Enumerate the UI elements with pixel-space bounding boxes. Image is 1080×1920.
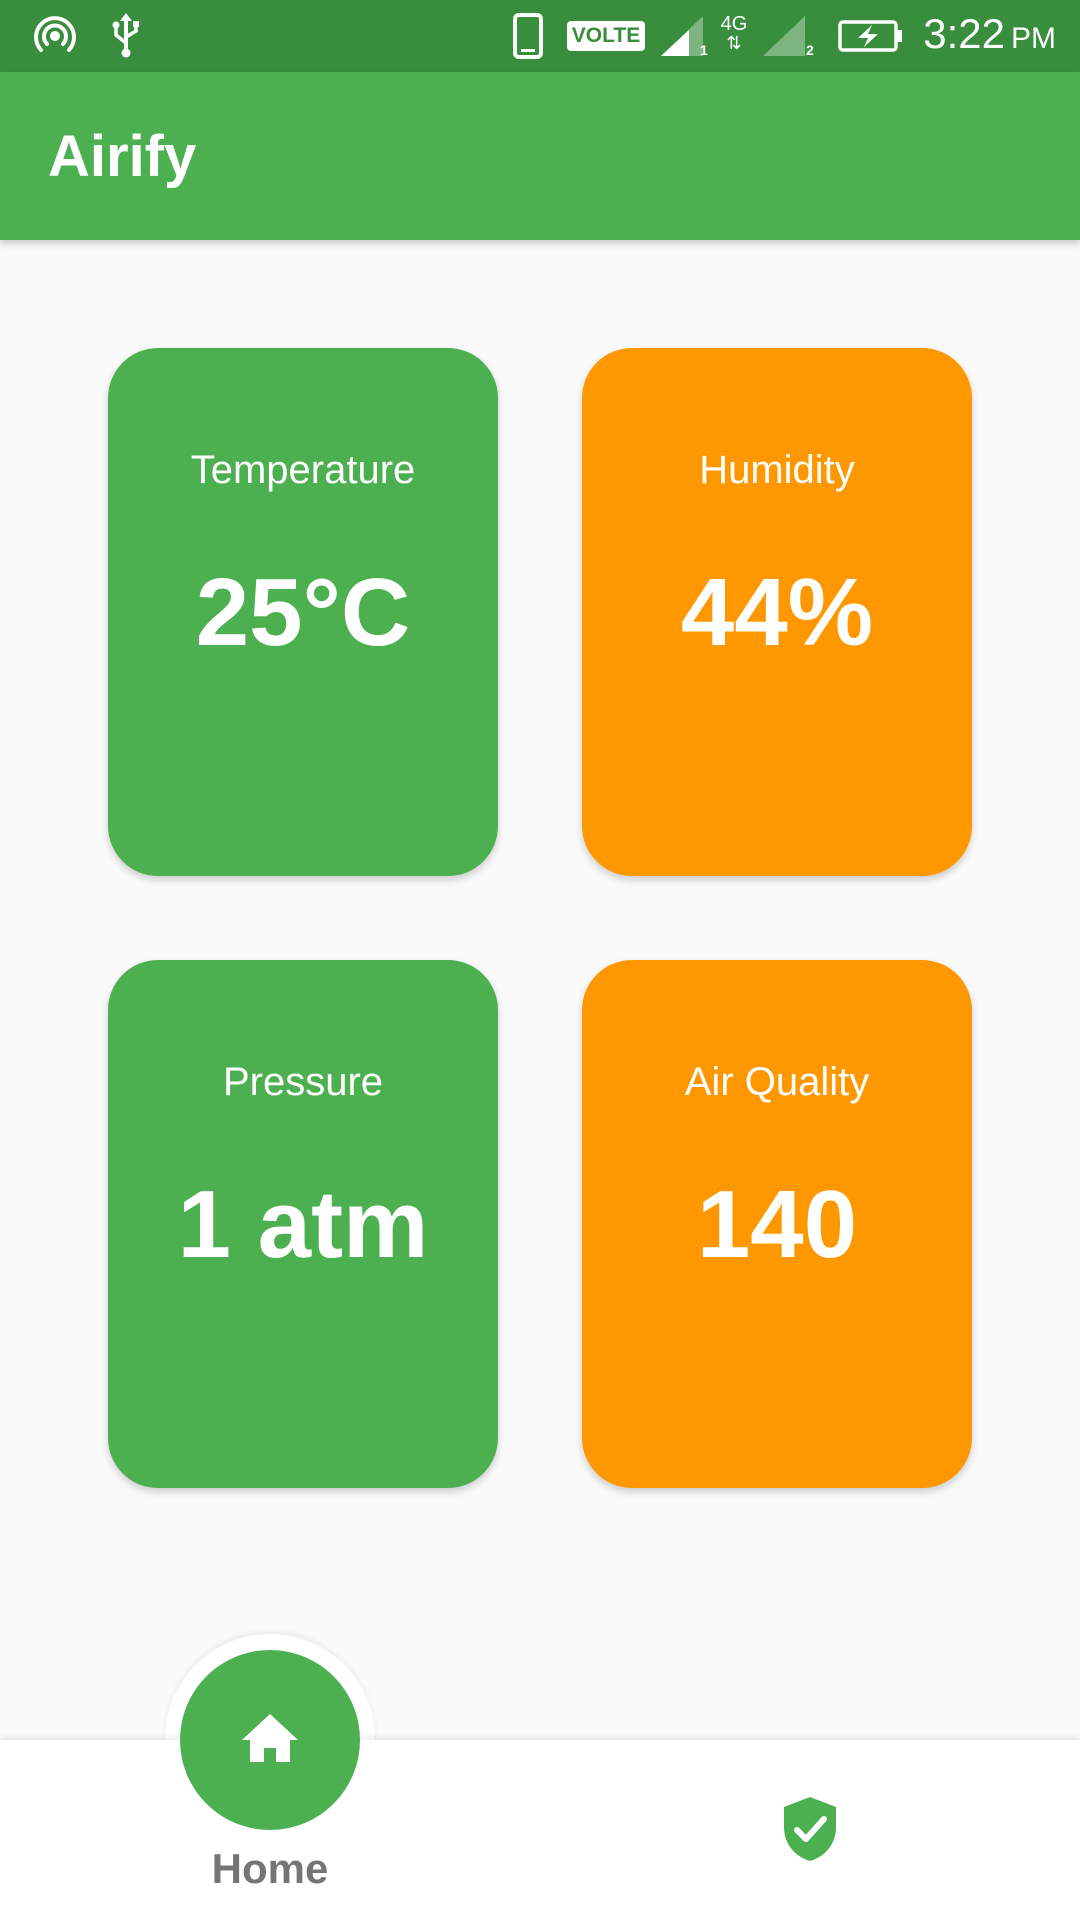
- shield-check-icon: [780, 1793, 840, 1870]
- card-value: 44%: [680, 559, 874, 666]
- network-type-icon: 4G ⇅: [720, 13, 748, 53]
- status-bar: VOLTE 1 4G ⇅ 2 3:22 PM: [0, 0, 1080, 72]
- sim2-label: 2: [806, 42, 814, 58]
- signal-icon: [756, 12, 812, 60]
- sim1-label: 1: [700, 42, 708, 58]
- app-title: Airify: [48, 123, 197, 189]
- clock-text: 3:22: [923, 10, 1005, 57]
- usb-icon: [106, 12, 146, 60]
- pressure-card[interactable]: Pressure 1 atm: [108, 960, 498, 1488]
- status-time: 3:22 PM: [923, 10, 1056, 62]
- phone-icon: [510, 12, 546, 60]
- bottom-navigation: [0, 1740, 1080, 1920]
- card-value: 140: [696, 1171, 858, 1278]
- home-label[interactable]: Home: [170, 1845, 370, 1893]
- home-icon: [238, 1710, 302, 1771]
- app-bar: Airify: [0, 72, 1080, 240]
- air-quality-card[interactable]: Air Quality 140: [582, 960, 972, 1488]
- humidity-card[interactable]: Humidity 44%: [582, 348, 972, 876]
- shield-nav-button[interactable]: [770, 1786, 850, 1876]
- card-label: Pressure: [222, 1060, 384, 1104]
- battery-charging-icon: [836, 12, 906, 60]
- hotspot-icon: [30, 12, 80, 60]
- temperature-card[interactable]: Temperature 25°C: [108, 348, 498, 876]
- card-label: Air Quality: [684, 1060, 870, 1104]
- card-value: 25°C: [195, 559, 411, 666]
- home-button[interactable]: [180, 1650, 360, 1830]
- volte-icon: VOLTE: [566, 12, 646, 60]
- ampm-text: PM: [1011, 22, 1056, 55]
- card-label: Temperature: [190, 448, 416, 492]
- card-label: Humidity: [699, 448, 855, 492]
- card-value: 1 atm: [177, 1171, 429, 1278]
